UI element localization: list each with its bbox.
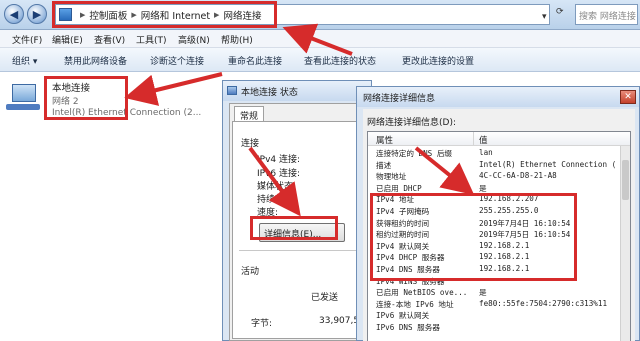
details-dialog-title: 网络连接详细信息	[363, 94, 436, 104]
forward-button[interactable]: ▶	[27, 4, 47, 24]
details-list-label: 网络连接详细信息(D):	[367, 118, 456, 128]
details-row-property: 物理地址	[376, 172, 407, 182]
details-row-property: IPv6 DNS 服务器	[376, 323, 440, 332]
address-highlight-box	[52, 1, 277, 28]
details-row-value: Intel(R) Ethernet Connection (	[479, 159, 617, 169]
column-header-value[interactable]: 值	[479, 134, 488, 146]
diagnose-button[interactable]: 诊断这个连接	[150, 54, 204, 67]
status-dialog-titlebar: 本地连接 状态	[223, 81, 371, 101]
back-button[interactable]: ◀	[4, 4, 24, 24]
details-row-value: fe80::55fe:7504:2790:c313%11	[479, 298, 608, 308]
details-row-property: 描述	[376, 160, 392, 170]
scroll-thumb[interactable]	[622, 160, 629, 200]
details-row-property: IPv6 默认网关	[376, 311, 430, 321]
organize-button[interactable]: 组织 ▾	[12, 54, 37, 67]
sent-label: 已发送	[311, 293, 339, 303]
status-dialog: 本地连接 状态 常规 连接 IPv4 连接: IPv6 连接: 媒体状态: 持续…	[222, 80, 372, 341]
address-dropdown-icon[interactable]: ▾	[542, 12, 547, 22]
status-dialog-title: 本地连接 状态	[241, 88, 298, 98]
details-row[interactable]: IPv6 默认网关	[368, 310, 630, 321]
ipv6-connectivity-label: IPv6 连接:	[257, 169, 301, 179]
details-row-value: 是	[479, 288, 487, 298]
details-row[interactable]: 描述 Intel(R) Ethernet Connection (	[368, 160, 630, 171]
rename-button[interactable]: 重命名此连接	[228, 54, 282, 67]
view-status-button[interactable]: 查看此连接的状态	[304, 54, 376, 67]
refresh-icon[interactable]: ⟳	[556, 7, 564, 17]
media-state-label: 媒体状态:	[257, 182, 297, 192]
network-adapter-icon	[227, 86, 237, 95]
ipv4-connectivity-label: IPv4 连接:	[257, 155, 301, 165]
details-row-value: lan	[479, 148, 493, 157]
vertical-scrollbar[interactable]	[620, 146, 630, 341]
menu-help[interactable]: 帮助(H)	[221, 33, 253, 46]
bytes-sent-value: 33,907,5	[319, 316, 360, 326]
command-bar: 组织 ▾ 禁用此网络设备 诊断这个连接 重命名此连接 查看此连接的状态 更改此连…	[0, 48, 640, 72]
menu-view[interactable]: 查看(V)	[94, 33, 125, 46]
menu-bar: 文件(F) 编辑(E) 查看(V) 工具(T) 高级(N) 帮助(H)	[0, 30, 640, 48]
bytes-label: 字节:	[251, 319, 273, 329]
menu-tools[interactable]: 工具(T)	[136, 33, 167, 46]
details-row-property: 连接-本地 IPv6 地址	[376, 299, 454, 309]
menu-edit[interactable]: 编辑(E)	[52, 33, 83, 46]
close-icon[interactable]: ✕	[620, 90, 636, 104]
details-row-property: 已启用 NetBIOS ove...	[376, 288, 468, 298]
details-row-property: 连接特定的 DNS 后缀	[376, 149, 453, 158]
menu-advanced[interactable]: 高级(N)	[178, 33, 210, 46]
details-row[interactable]: IPv6 DNS 服务器	[368, 322, 630, 333]
adapter-highlight-box	[44, 76, 128, 120]
duration-label: 持续时间:	[257, 195, 297, 205]
list-header: 属性 值	[368, 132, 630, 146]
divider	[239, 250, 359, 251]
details-row[interactable]: 连接-本地 IPv6 地址 fe80::55fe:7504:2790:c313%1…	[368, 299, 630, 310]
details-row[interactable]: 连接特定的 DNS 后缀 lan	[368, 148, 630, 159]
details-row-value: 4C-CC-6A-D8-21-A8	[479, 171, 557, 181]
details-dialog-titlebar: 网络连接详细信息 ✕	[357, 87, 639, 107]
network-adapter-icon	[6, 82, 40, 112]
change-settings-button[interactable]: 更改此连接的设置	[402, 54, 474, 67]
disable-device-button[interactable]: 禁用此网络设备	[64, 54, 127, 67]
section-connection: 连接	[241, 139, 260, 149]
ip-details-highlight-box	[370, 193, 577, 281]
search-input[interactable]: 搜索 网络连接	[575, 4, 638, 25]
section-activity: 活动	[241, 267, 260, 277]
details-row[interactable]: 已启用 NetBIOS ove... 是	[368, 287, 630, 298]
menu-file[interactable]: 文件(F)	[12, 33, 42, 46]
details-row[interactable]: 物理地址 4C-CC-6A-D8-21-A8	[368, 171, 630, 182]
column-header-property[interactable]: 属性	[376, 134, 393, 146]
details-button-highlight-box	[250, 216, 338, 240]
